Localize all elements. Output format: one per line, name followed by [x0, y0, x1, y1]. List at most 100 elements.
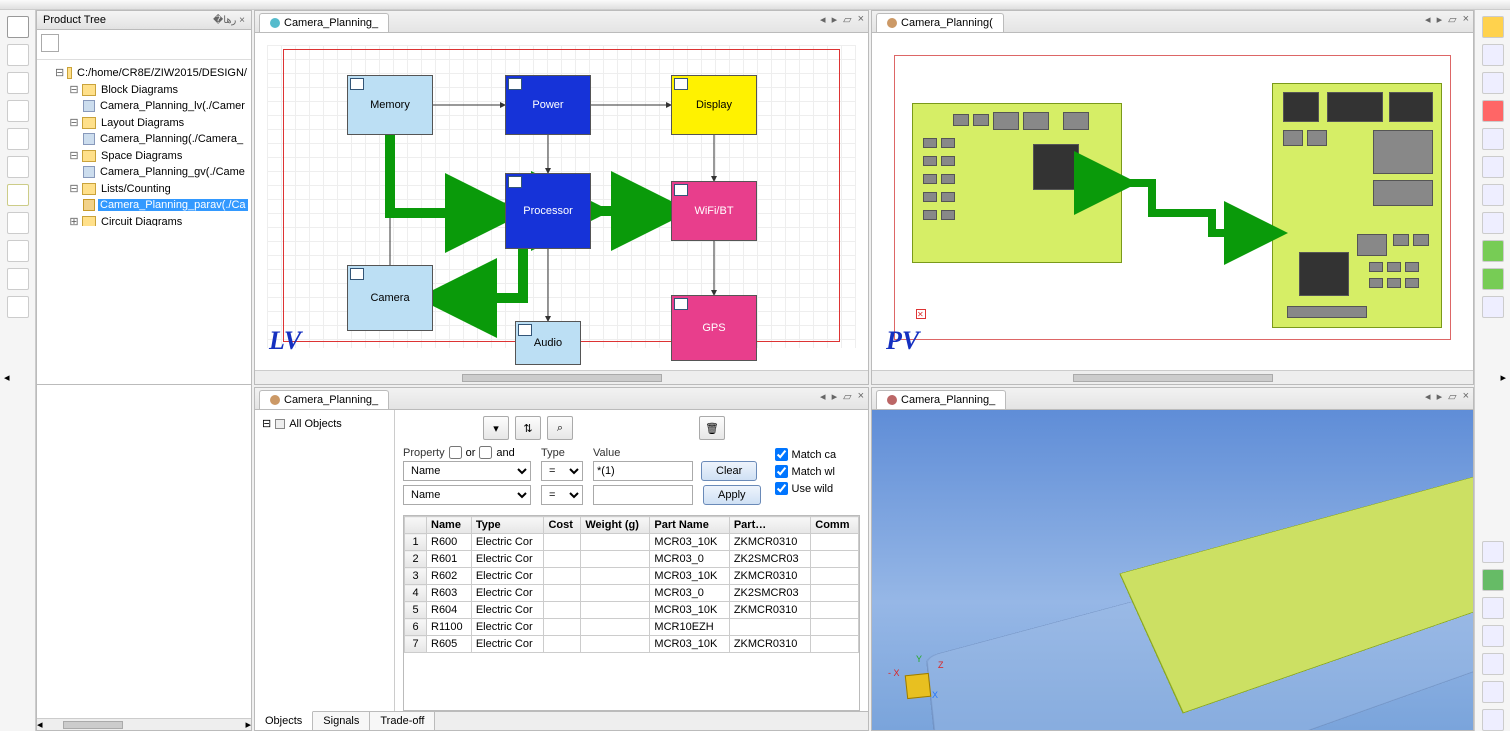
undock-icon[interactable]: ▱ — [1448, 390, 1456, 403]
3d-tab[interactable]: Camera_Planning_ — [876, 390, 1006, 409]
type-select-2[interactable]: = — [541, 485, 583, 505]
tool-5[interactable] — [7, 128, 29, 150]
r-tool-9[interactable] — [1482, 240, 1504, 262]
type-select[interactable]: = — [541, 461, 583, 481]
block-audio[interactable]: Audio — [515, 321, 581, 365]
nodes-tool[interactable] — [7, 296, 29, 318]
property-select[interactable]: Name — [403, 461, 531, 481]
r-tool-6[interactable] — [1482, 156, 1504, 178]
lv-tab[interactable]: Camera_Planning_ — [259, 13, 389, 32]
shape-tool[interactable] — [7, 212, 29, 234]
r-tool-2[interactable] — [1482, 44, 1504, 66]
r-tool-5[interactable] — [1482, 128, 1504, 150]
r-tool-b4[interactable] — [1482, 625, 1504, 647]
sort-button[interactable]: ⇅ — [515, 416, 541, 440]
objects-hierarchy[interactable]: ⊟All Objects — [255, 410, 395, 711]
table-row[interactable]: 4R603Electric CorMCR03_0ZK2SMCR03 — [405, 585, 859, 602]
clear-button[interactable]: Clear — [701, 461, 757, 481]
close-icon[interactable]: × — [1463, 13, 1469, 26]
nav-next-icon[interactable]: ▸ — [832, 13, 838, 26]
apply-button[interactable]: Apply — [703, 485, 761, 505]
r-tool-b1[interactable] — [1482, 541, 1504, 563]
close-icon[interactable]: × — [1463, 390, 1469, 403]
nav-prev-icon[interactable]: ◂ — [1425, 13, 1431, 26]
lv-hscroll[interactable]: ◂▸ — [255, 370, 868, 384]
match-case-checkbox[interactable] — [775, 448, 788, 461]
tool-6[interactable] — [7, 156, 29, 178]
tree-root[interactable]: C:/home/CR8E/ZIW2015/DESIGN/ — [75, 67, 249, 79]
table-row[interactable]: 6R1100Electric CorMCR10EZH — [405, 619, 859, 636]
tree-hscroll[interactable]: ◂▸ — [37, 718, 251, 730]
tree-toolbar-button[interactable] — [41, 34, 59, 52]
filter-btn-1[interactable]: ▾ — [483, 416, 509, 440]
r-tool-10[interactable] — [1482, 268, 1504, 290]
block-memory[interactable]: Memory — [347, 75, 433, 135]
r-tool-b6[interactable] — [1482, 681, 1504, 703]
block-processor[interactable]: Processor — [505, 173, 591, 249]
undock-icon[interactable]: ▱ — [843, 13, 851, 26]
value-input-2[interactable] — [593, 485, 693, 505]
tab-objects[interactable]: Objects — [255, 711, 313, 730]
match-whole-checkbox[interactable] — [775, 465, 788, 478]
pan-icon[interactable] — [1482, 212, 1504, 234]
find-button[interactable]: ⌕ — [547, 416, 573, 440]
nav-next-icon[interactable]: ▸ — [832, 390, 838, 403]
r-tool-b5[interactable] — [1482, 653, 1504, 675]
auto-tool[interactable] — [7, 184, 29, 206]
close-icon[interactable]: × — [858, 390, 864, 403]
table-row[interactable]: 1R600Electric CorMCR03_10KZKMCR0310 — [405, 534, 859, 551]
pcb-left[interactable] — [912, 103, 1122, 263]
select-region-tool[interactable] — [7, 240, 29, 262]
3d-viewport[interactable]: X Y Z - X — [872, 410, 1473, 730]
r-tool-3[interactable] — [1482, 72, 1504, 94]
r-tool-b7[interactable] — [1482, 709, 1504, 731]
r-tool-b2[interactable] — [1482, 569, 1504, 591]
delete-button[interactable]: 🗑 — [699, 416, 725, 440]
objects-table[interactable]: NameTypeCostWeight (g)Part NamePart…Comm… — [403, 515, 860, 711]
table-row[interactable]: 2R601Electric CorMCR03_0ZK2SMCR03 — [405, 551, 859, 568]
poly-tool[interactable] — [7, 268, 29, 290]
r-tool-11[interactable] — [1482, 296, 1504, 318]
table-row[interactable]: 7R605Electric CorMCR03_10KZKMCR0310 — [405, 636, 859, 653]
tree-group-lists[interactable]: Lists/Counting — [99, 183, 173, 195]
tree-item[interactable]: Camera_Planning_lv(./Camer — [98, 100, 247, 112]
cursor-tool[interactable] — [7, 16, 29, 38]
value-input[interactable] — [593, 461, 693, 481]
tab-tradeoff[interactable]: Trade-off — [370, 712, 435, 730]
block-power[interactable]: Power — [505, 75, 591, 135]
objects-tab[interactable]: Camera_Planning_ — [259, 390, 389, 409]
tool-4[interactable] — [7, 100, 29, 122]
block-camera[interactable]: Camera — [347, 265, 433, 331]
close-icon[interactable]: × — [858, 13, 864, 26]
table-row[interactable]: 5R604Electric CorMCR03_10KZKMCR0310 — [405, 602, 859, 619]
pv-tab[interactable]: Camera_Planning( — [876, 13, 1004, 32]
pv-canvas[interactable]: ✕ PV — [872, 33, 1473, 370]
undock-icon[interactable]: ▱ — [1448, 13, 1456, 26]
nav-next-icon[interactable]: ▸ — [1437, 13, 1443, 26]
tool-3[interactable] — [7, 72, 29, 94]
nav-prev-icon[interactable]: ◂ — [820, 13, 826, 26]
pv-hscroll[interactable] — [872, 370, 1473, 384]
nav-next-icon[interactable]: ▸ — [1437, 390, 1443, 403]
tree-group-layout[interactable]: Layout Diagrams — [99, 117, 186, 129]
tree-item[interactable]: Camera_Planning(./Camera_ — [98, 133, 245, 145]
r-tool-b3[interactable] — [1482, 597, 1504, 619]
pcb-right[interactable] — [1272, 83, 1442, 328]
view-cube-icon[interactable] — [1482, 16, 1504, 38]
and-checkbox[interactable] — [479, 446, 492, 459]
use-wildcard-checkbox[interactable] — [775, 482, 788, 495]
tree-group-block[interactable]: Block Diagrams — [99, 84, 180, 96]
tab-signals[interactable]: Signals — [313, 712, 370, 730]
tree-item-selected[interactable]: Camera_Planning_parav(./Ca — [98, 199, 248, 211]
tree-item[interactable]: Camera_Planning_gv(./Came — [98, 166, 247, 178]
lv-canvas[interactable]: MemoryPowerDisplayProcessorWiFi/BTCamera… — [255, 33, 868, 370]
block-gps[interactable]: GPS — [671, 295, 757, 361]
page-tool[interactable] — [7, 44, 29, 66]
or-checkbox[interactable] — [449, 446, 462, 459]
r-tool-4[interactable] — [1482, 100, 1504, 122]
product-tree[interactable]: ⊟C:/home/CR8E/ZIW2015/DESIGN/ ⊟Block Dia… — [37, 60, 251, 226]
nav-prev-icon[interactable]: ◂ — [820, 390, 826, 403]
product-tree-close-icon[interactable]: �رها × — [213, 15, 245, 26]
table-row[interactable]: 3R602Electric CorMCR03_10KZKMCR0310 — [405, 568, 859, 585]
nav-prev-icon[interactable]: ◂ — [1425, 390, 1431, 403]
